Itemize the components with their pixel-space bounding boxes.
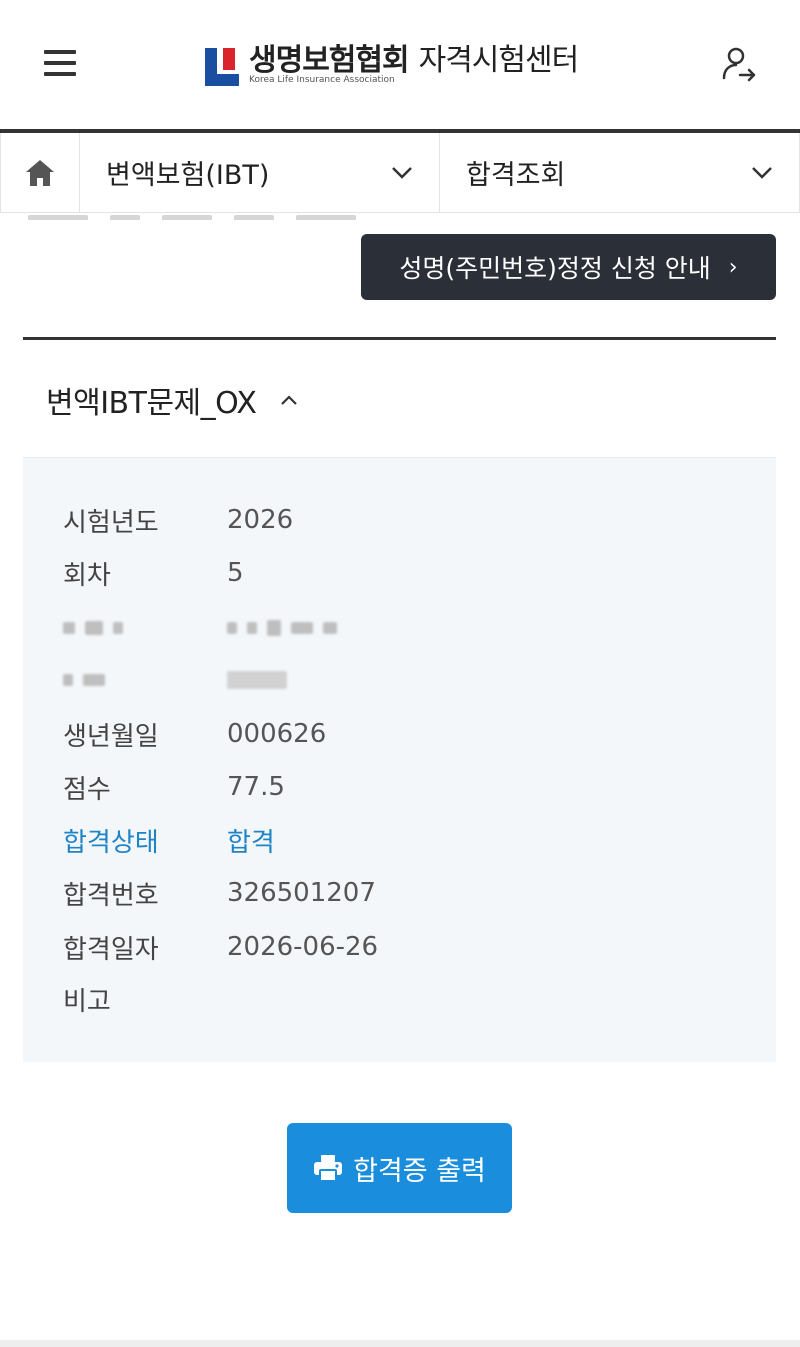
pass-status-value: 합격 <box>227 827 275 858</box>
field-row-pass-status: 합격상태 합격 <box>63 820 275 860</box>
field-label: 비고 <box>63 986 111 1017</box>
chevron-down-icon <box>752 166 772 179</box>
field-value: 2026-06-26 <box>227 932 379 962</box>
field-value: 5 <box>227 558 244 588</box>
field-value: 77.5 <box>227 772 285 802</box>
chevron-right-icon: › <box>728 254 738 280</box>
redacted-label <box>63 664 227 694</box>
print-certificate-button[interactable]: 합격증 출력 <box>287 1123 512 1213</box>
result-details-panel: 시험년도 2026 회차 5 생년월일 000626 점수 77.5 합격상태 … <box>23 457 776 1062</box>
page-dropdown[interactable]: 합격조회 <box>440 133 800 212</box>
field-label: 점수 <box>63 774 111 805</box>
field-label: 합격일자 <box>63 934 159 965</box>
field-label: 합격번호 <box>63 880 159 911</box>
result-title: 변액IBT문제_OX <box>46 386 257 421</box>
notice-button-label: 성명(주민번호)정정 신청 안내 <box>399 254 711 283</box>
site-logo[interactable]: 생명보험협회 자격시험센터 Korea Life Insurance Associ… <box>205 42 580 88</box>
field-label: 회차 <box>63 560 111 591</box>
redacted-value <box>227 664 297 694</box>
field-row-pass-number: 합격번호 326501207 <box>63 873 376 913</box>
breadcrumb-nav: 변액보험(IBT) 합격조회 <box>0 133 800 213</box>
section-divider <box>23 337 776 340</box>
print-button-label: 합격증 출력 <box>353 1155 486 1187</box>
field-row-birthdate: 생년월일 000626 <box>63 714 326 754</box>
page-dropdown-label: 합격조회 <box>466 160 566 191</box>
logo-subtitle: 자격시험센터 <box>418 43 580 78</box>
field-value: 2026 <box>227 505 294 535</box>
category-dropdown-label: 변액보험(IBT) <box>106 160 270 191</box>
field-value: 000626 <box>227 719 327 749</box>
field-row-redacted-2 <box>63 659 297 699</box>
logo-mark-icon <box>205 44 241 86</box>
logo-english: Korea Life Insurance Association <box>249 75 395 85</box>
hamburger-menu-icon[interactable] <box>44 50 76 78</box>
field-label: 생년월일 <box>63 721 159 752</box>
printer-icon <box>314 1155 343 1182</box>
field-row-pass-date: 합격일자 2026-06-26 <box>63 927 378 967</box>
user-logout-icon[interactable] <box>718 44 758 84</box>
redacted-label <box>63 612 227 642</box>
app-header: 생명보험협회 자격시험센터 Korea Life Insurance Associ… <box>0 0 800 130</box>
field-label: 합격상태 <box>63 827 159 858</box>
field-row-exam-year: 시험년도 2026 <box>63 500 293 540</box>
home-button[interactable] <box>0 133 80 212</box>
chevron-up-icon <box>281 395 298 405</box>
logo-title: 생명보험협회 <box>249 43 410 78</box>
redacted-value <box>227 612 347 642</box>
chevron-down-icon <box>392 166 412 179</box>
field-row-remarks: 비고 <box>63 979 227 1019</box>
field-row-round: 회차 5 <box>63 553 244 593</box>
field-row-score: 점수 77.5 <box>63 767 285 807</box>
result-accordion-header[interactable]: 변액IBT문제_OX <box>46 372 300 428</box>
field-value: 326501207 <box>227 878 376 908</box>
scrolled-content-residue <box>28 206 428 220</box>
name-correction-guide-button[interactable]: 성명(주민번호)정정 신청 안내 › <box>361 234 776 300</box>
field-label: 시험년도 <box>63 507 159 538</box>
bottom-divider <box>0 1340 800 1347</box>
field-row-redacted-1 <box>63 607 347 647</box>
category-dropdown[interactable]: 변액보험(IBT) <box>80 133 440 212</box>
home-icon <box>26 159 54 186</box>
